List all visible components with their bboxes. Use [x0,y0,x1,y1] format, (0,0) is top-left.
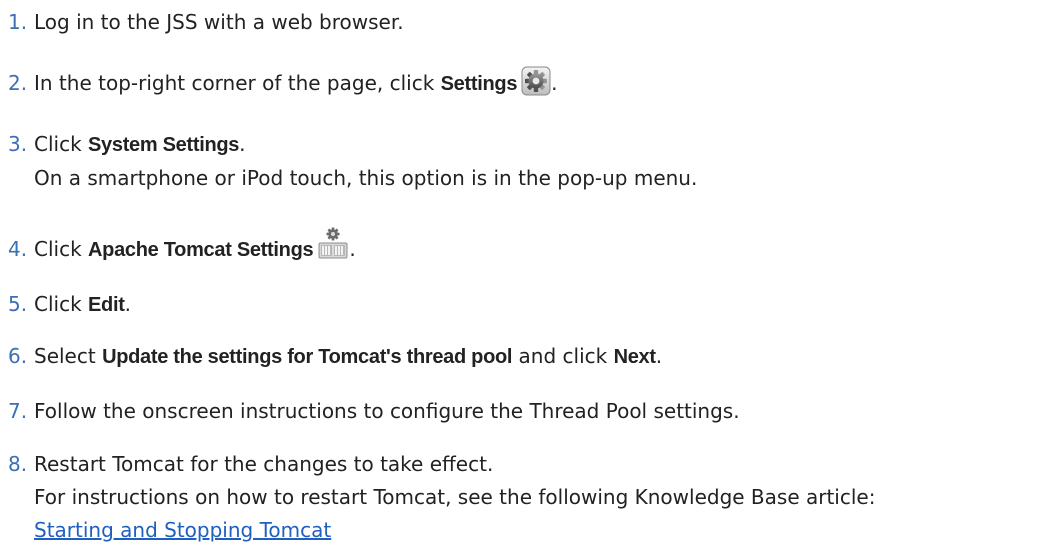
kb-article-link[interactable]: Starting and Stopping Tomcat [34,518,331,542]
step-number: 1. [8,10,28,34]
step-text: Select [34,344,103,368]
step-text: Restart Tomcat for the changes to take e… [34,452,494,476]
step-text-end: . [124,292,131,316]
step-number: 4. [8,237,28,261]
step-text: Click [34,237,89,261]
system-settings-label: System Settings [88,134,240,156]
step-text-end: . [349,237,356,261]
tomcat-server-icon [317,226,349,260]
apache-tomcat-settings-label: Apache Tomcat Settings [88,239,314,261]
step-7: 7. Follow the onscreen instructions to co… [8,395,740,428]
step-text: Follow the onscreen instructions to conf… [34,399,740,423]
step-number: 5. [8,292,28,316]
edit-label: Edit [88,294,125,316]
step-number: 2. [8,71,28,95]
step-text: In the top-right corner of the page, cli… [34,71,441,95]
step-text: Click [34,292,89,316]
step-note: For instructions on how to restart Tomca… [34,485,876,509]
step-text-end: . [239,132,246,156]
step-note: On a smartphone or iPod touch, this opti… [34,166,698,190]
step-text: Log in to the JSS with a web browser. [34,10,404,34]
step-text-end: . [551,71,558,95]
step-3: 3. Click System Settings. On a smartphone… [8,128,697,195]
step-number: 8. [8,452,28,476]
thread-pool-option-label: Update the settings for Tomcat's thread … [102,346,513,368]
step-number: 7. [8,399,28,423]
step-text-end: . [655,344,663,368]
kb-link-wrapper: Starting and Stopping Tomcat [8,514,875,547]
step-5: 5. Click Edit. [8,288,131,322]
next-label: Next [613,346,656,368]
gear-icon [521,66,551,96]
step-6: 6. Select Update the settings for Tomcat'… [8,340,662,374]
step-2: 2. In the top-right corner of the page, c… [8,66,558,101]
step-8: 8. Restart Tomcat for the changes to take… [8,448,875,547]
step-number: 6. [8,344,28,368]
step-4: 4. Click Apache Tomcat Settings . [8,226,356,267]
step-text-mid: and click [512,344,614,368]
step-1: 1. Log in to the JSS with a web browser. [8,6,404,39]
step-number: 3. [8,132,28,156]
step-text: Click [34,132,89,156]
settings-label: Settings [440,73,518,95]
